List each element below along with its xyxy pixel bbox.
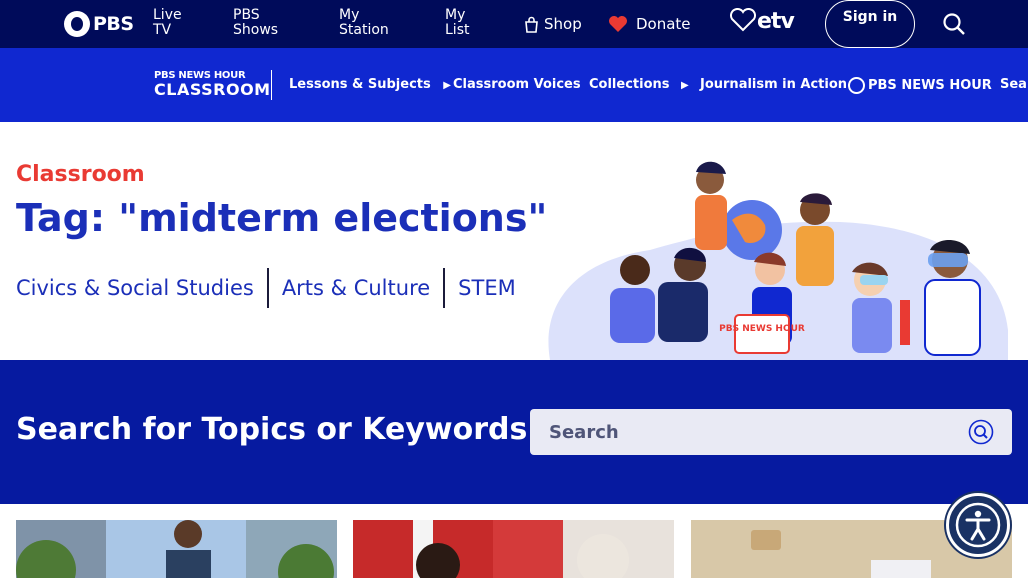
newshour-logo-icon xyxy=(848,77,865,94)
nav-collections-label: Collections xyxy=(589,77,670,92)
nav-my-list[interactable]: My List xyxy=(445,8,485,38)
newshour-search-link[interactable]: Search xyxy=(1000,77,1028,92)
nav-classroom-voices[interactable]: Classroom Voices xyxy=(453,77,581,92)
nav-journalism-in-action[interactable]: Journalism in Action xyxy=(700,77,847,92)
submenu-arrow-icon: ▶ xyxy=(443,80,451,91)
submenu-arrow-icon: ▶ xyxy=(681,80,689,91)
station-logo[interactable]: etv xyxy=(729,7,795,34)
donate-label: Donate xyxy=(636,15,691,33)
search-submit-button[interactable] xyxy=(968,419,994,449)
pbs-logo[interactable]: PBS xyxy=(64,11,134,37)
category-arts-culture[interactable]: Arts & Culture xyxy=(266,268,443,308)
classroom-illustration: PBS NEWS HOUR xyxy=(548,161,1008,360)
classroom-navigation-bar: PBS NEWS HOUR CLASSROOM Lessons & Subjec… xyxy=(0,48,1028,122)
category-civics[interactable]: Civics & Social Studies xyxy=(16,268,267,308)
article-card-thumbnail[interactable] xyxy=(16,520,337,578)
shop-label: Shop xyxy=(544,15,582,33)
nav-my-station[interactable]: My Station xyxy=(339,8,401,38)
search-heading: Search for Topics or Keywords xyxy=(16,412,528,447)
top-search-button[interactable] xyxy=(942,12,966,40)
search-box xyxy=(530,409,1012,455)
nav-pbs-shows[interactable]: PBS Shows xyxy=(233,8,293,38)
illustration-sign-text: PBS NEWS HOUR xyxy=(719,324,805,334)
etv-heart-icon xyxy=(729,7,757,32)
page-title: Tag: "midterm elections" xyxy=(16,196,548,240)
top-navigation-bar: PBS Live TV PBS Shows My Station My List… xyxy=(0,0,1028,48)
shop-link[interactable]: Shop xyxy=(523,15,582,33)
accessibility-button[interactable] xyxy=(946,493,1010,557)
nav-collections[interactable]: Collections ▶ xyxy=(589,77,689,92)
search-input[interactable] xyxy=(530,409,950,455)
newshour-classroom-logo[interactable]: PBS NEWS HOUR CLASSROOM xyxy=(154,70,272,100)
nav-lessons-subjects[interactable]: Lessons & Subjects ▶ xyxy=(289,77,451,92)
article-card-thumbnail[interactable] xyxy=(353,520,674,578)
heart-icon xyxy=(609,16,627,32)
shop-bag-icon xyxy=(525,16,538,33)
section-kicker[interactable]: Classroom xyxy=(16,162,145,187)
donate-link[interactable]: Donate xyxy=(608,15,691,33)
category-stem[interactable]: STEM xyxy=(443,268,529,308)
newshour-logo[interactable]: PBS NEWS HOUR xyxy=(848,77,992,94)
classroom-logo-bottom: CLASSROOM xyxy=(154,80,271,99)
article-image xyxy=(353,520,674,578)
category-links: Civics & Social Studies Arts & Culture S… xyxy=(16,268,529,308)
sign-in-button[interactable]: Sign in xyxy=(825,0,915,48)
nav-lessons-subjects-label: Lessons & Subjects xyxy=(289,77,431,92)
pbs-logo-text: PBS xyxy=(93,13,134,35)
station-name: etv xyxy=(757,9,795,34)
search-icon xyxy=(943,13,965,35)
search-icon xyxy=(968,419,994,445)
pbs-logo-icon xyxy=(64,11,90,37)
article-image xyxy=(16,520,337,578)
nav-live-tv[interactable]: Live TV xyxy=(153,8,203,38)
newshour-logo-text: PBS NEWS HOUR xyxy=(868,78,992,93)
search-section: Search for Topics or Keywords xyxy=(0,360,1028,504)
accessibility-icon xyxy=(955,502,1001,548)
